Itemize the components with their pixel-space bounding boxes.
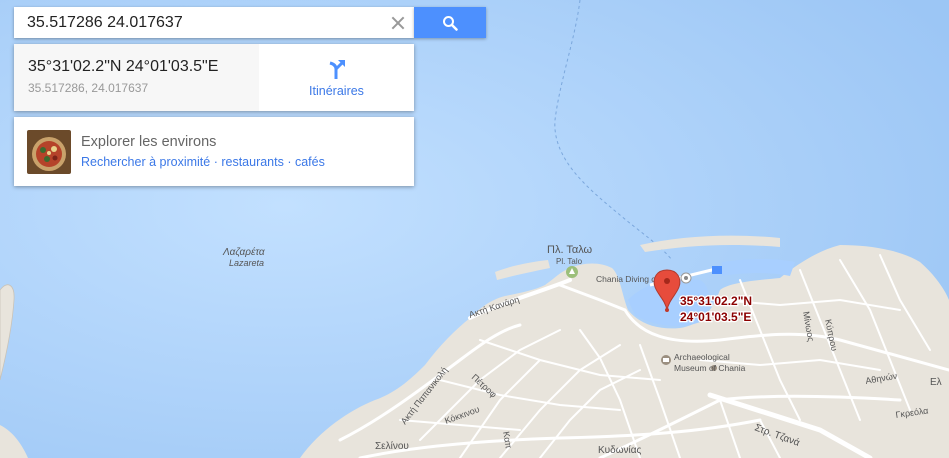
museum-poi-icon xyxy=(661,355,671,365)
pin-label-line1: 35°31'02.2"N xyxy=(680,294,752,308)
search-nearby-link[interactable]: Rechercher à proximité xyxy=(81,155,210,169)
label-elas: Ελ xyxy=(930,377,942,388)
label-museum-line2: Museum of Chania xyxy=(674,363,746,373)
explore-links: Rechercher à proximité · restaurants · c… xyxy=(81,155,325,169)
search-box[interactable]: 35.517286 24.017637 xyxy=(14,7,414,38)
label-talo: Pl. Talo xyxy=(556,257,583,266)
diving-poi-icon xyxy=(680,272,692,284)
explore-card: Explorer les environs Rechercher à proxi… xyxy=(14,117,414,186)
food-thumbnail[interactable] xyxy=(27,129,71,174)
directions-icon xyxy=(329,59,345,79)
label-lazareta: Lazareta xyxy=(229,258,264,268)
label-kydonias: Κυδωνίας xyxy=(598,444,642,456)
label-talo-greek: Πλ. Ταλω xyxy=(547,244,593,256)
label-lazareta-greek: Λαζαρέτα xyxy=(222,246,265,258)
park-poi-icon xyxy=(566,266,578,278)
place-decimal-coords: 35.517286, 24.017637 xyxy=(28,81,149,95)
restaurants-link[interactable]: restaurants xyxy=(221,155,284,169)
link-separator: · xyxy=(210,155,222,169)
place-info: 35°31'02.2"N 24°01'03.5"E 35.517286, 24.… xyxy=(14,44,259,111)
ferry-poi-icon xyxy=(712,266,722,274)
cafes-link[interactable]: cafés xyxy=(295,155,325,169)
directions-button[interactable]: Itinéraires xyxy=(259,44,414,111)
search-button[interactable] xyxy=(414,7,486,38)
link-separator: · xyxy=(283,155,295,169)
label-selinou: Σελίνου xyxy=(375,440,409,452)
close-icon[interactable] xyxy=(384,9,412,37)
label-chania-diving: Chania Diving c xyxy=(596,274,656,284)
pin-label-line2: 24°01'03.5"E xyxy=(680,310,751,324)
search-input[interactable]: 35.517286 24.017637 xyxy=(14,14,384,32)
label-museum-line1: Archaeological xyxy=(674,352,730,362)
search-icon xyxy=(443,15,458,31)
place-card: 35°31'02.2"N 24°01'03.5"E 35.517286, 24.… xyxy=(14,44,414,111)
explore-title: Explorer les environs xyxy=(81,134,217,150)
place-title: 35°31'02.2"N 24°01'03.5"E xyxy=(28,58,219,75)
directions-label: Itinéraires xyxy=(309,83,364,98)
